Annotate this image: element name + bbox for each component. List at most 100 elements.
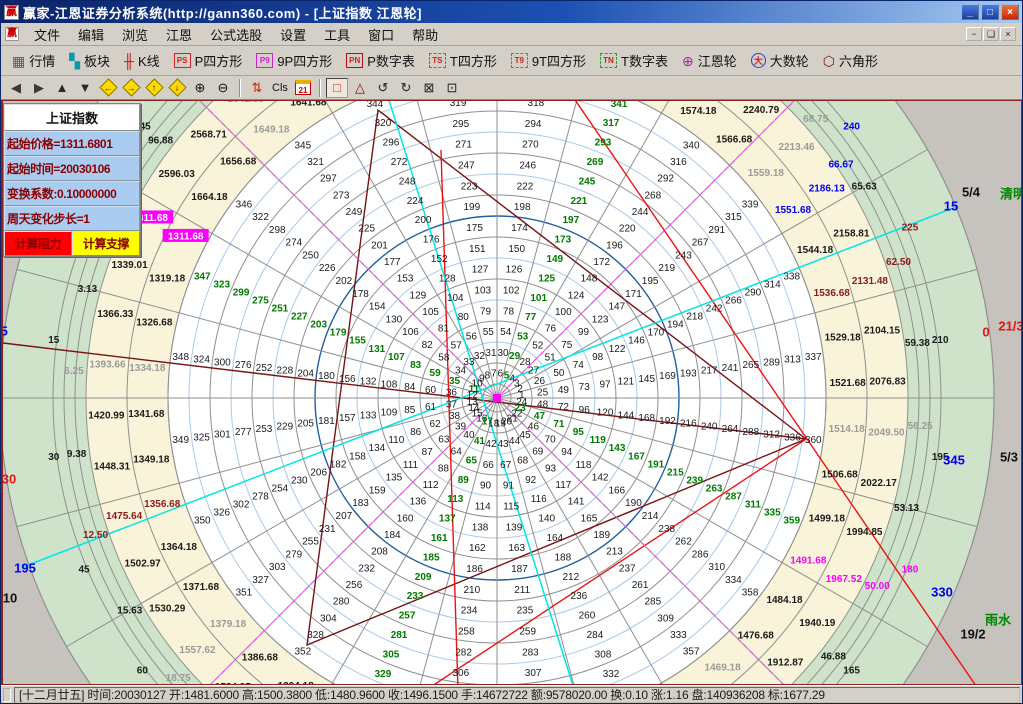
percent-label: 56.25 bbox=[908, 421, 933, 432]
wheel-number: 115 bbox=[503, 502, 519, 513]
cls-button[interactable]: Cls bbox=[269, 78, 291, 98]
wheel-number: 352 bbox=[294, 647, 311, 658]
zoom-out-icon[interactable]: ⊖ bbox=[212, 78, 234, 98]
shrink-tool-icon[interactable]: ⊡ bbox=[441, 78, 463, 98]
wheel-number: 339 bbox=[742, 199, 759, 210]
pan-left-icon[interactable]: ← bbox=[97, 78, 119, 98]
instrument-name: 上证指数 bbox=[4, 104, 140, 131]
wheel-number: 357 bbox=[683, 647, 700, 658]
menu-item-help[interactable]: 帮助 bbox=[403, 23, 447, 46]
rotate-ccw-icon[interactable]: ↺ bbox=[372, 78, 394, 98]
wheel-number: 314 bbox=[764, 279, 781, 290]
degree-label: 225 bbox=[902, 222, 919, 233]
outer-calendar-label: 21/3 bbox=[998, 319, 1022, 334]
down-arrow-icon[interactable]: ▼ bbox=[74, 78, 96, 98]
toolbar-button-t-number-table[interactable]: TNT数字表 bbox=[593, 47, 675, 74]
title-bar[interactable]: 赢 赢家-江恩证券分析系统(http://gann360.com) - [上证指… bbox=[1, 1, 1022, 23]
calc-resistance-button[interactable]: 计算阻力 bbox=[4, 231, 72, 256]
quotes-icon: ▦ bbox=[12, 53, 25, 69]
price-label: 1559.18 bbox=[748, 168, 785, 179]
child-close-button[interactable]: × bbox=[1000, 27, 1016, 41]
wheel-number: 346 bbox=[236, 199, 253, 210]
percent-label: 59.38 bbox=[905, 338, 930, 349]
flip-axis-icon[interactable]: ⇅ bbox=[246, 78, 268, 98]
menu-item-edit[interactable]: 编辑 bbox=[69, 23, 113, 46]
child-minimize-button[interactable]: − bbox=[966, 27, 982, 41]
wheel-number: 326 bbox=[213, 508, 230, 519]
pan-up-icon[interactable]: ↑ bbox=[143, 78, 165, 98]
calc-support-button[interactable]: 计算支撑 bbox=[72, 231, 140, 256]
wheel-number: 349 bbox=[172, 435, 189, 446]
toolbar-button-9t-square[interactable]: T99T四方形 bbox=[504, 47, 593, 74]
price-label: 1656.68 bbox=[220, 156, 257, 167]
menu-item-tools[interactable]: 工具 bbox=[315, 23, 359, 46]
menu-item-settings[interactable]: 设置 bbox=[271, 23, 315, 46]
wheel-number: 254 bbox=[272, 483, 289, 494]
wheel-number: 309 bbox=[657, 613, 674, 624]
gann-wheel-canvas[interactable]: 1234567891011121314151617181920212223242… bbox=[3, 101, 1022, 685]
wheel-number: 229 bbox=[276, 421, 293, 432]
wheel-number: 163 bbox=[508, 543, 525, 554]
close-button[interactable]: × bbox=[1001, 4, 1019, 20]
menu-item-file[interactable]: 文件 bbox=[25, 23, 69, 46]
toolbar-button-gann-wheel[interactable]: ⊕江恩轮 bbox=[675, 47, 744, 74]
toolbar-button-p-square[interactable]: PSP四方形 bbox=[167, 47, 250, 74]
toolbar-button-big-number-wheel[interactable]: 大大数轮 bbox=[744, 47, 816, 74]
next-arrow-icon[interactable]: ▶ bbox=[28, 78, 50, 98]
toolbar-button-sectors[interactable]: ▚板块 bbox=[62, 47, 117, 74]
zoom-in-icon[interactable]: ⊕ bbox=[189, 78, 211, 98]
pan-right-icon[interactable]: → bbox=[120, 78, 142, 98]
minimize-button[interactable]: _ bbox=[961, 4, 979, 20]
gann-wheel-label: 江恩轮 bbox=[698, 51, 737, 70]
menu-item-gann[interactable]: 江恩 bbox=[157, 23, 201, 46]
expand-tool-icon[interactable]: ⊠ bbox=[418, 78, 440, 98]
menu-item-browse[interactable]: 浏览 bbox=[113, 23, 157, 46]
wheel-number: 154 bbox=[369, 302, 386, 313]
statusbar-grip bbox=[3, 688, 11, 702]
up-arrow-icon[interactable]: ▲ bbox=[51, 78, 73, 98]
t-number-table-label: T数字表 bbox=[621, 51, 668, 70]
maximize-button[interactable]: □ bbox=[981, 4, 999, 20]
menu-item-window[interactable]: 窗口 bbox=[359, 23, 403, 46]
wheel-number: 277 bbox=[235, 427, 252, 438]
toolbar-button-kline[interactable]: ╫K线 bbox=[117, 47, 167, 74]
wheel-number: 118 bbox=[575, 460, 591, 471]
calendar-icon[interactable]: 21 bbox=[292, 78, 314, 98]
toolbar-button-p-number-table[interactable]: PNP数字表 bbox=[339, 47, 422, 74]
wheel-number: 236 bbox=[571, 591, 588, 602]
menu-item-formula-stock-pick[interactable]: 公式选股 bbox=[201, 23, 271, 46]
toolbar-button-hexagon[interactable]: ⬡六角形 bbox=[816, 47, 885, 74]
triangle-tool-icon[interactable]: △ bbox=[349, 78, 371, 98]
wheel-number: 63 bbox=[438, 434, 450, 445]
toolbar-button-quotes[interactable]: ▦行情 bbox=[5, 47, 62, 74]
sectors-icon: ▚ bbox=[69, 53, 80, 69]
wheel-number: 90 bbox=[480, 481, 492, 492]
wheel-number: 220 bbox=[619, 224, 636, 235]
wheel-number: 223 bbox=[461, 181, 478, 192]
price-label: 1536.68 bbox=[814, 288, 851, 299]
wheel-number: 300 bbox=[214, 357, 231, 368]
wheel-number: 184 bbox=[384, 530, 401, 541]
wheel-number: 259 bbox=[519, 626, 536, 637]
wheel-number: 67 bbox=[500, 460, 512, 471]
kline-icon: ╫ bbox=[124, 53, 134, 69]
kline-label: K线 bbox=[138, 51, 160, 70]
child-restore-button[interactable]: ❏ bbox=[983, 27, 999, 41]
wheel-number: 62 bbox=[430, 419, 442, 430]
window-controls: _□× bbox=[961, 4, 1019, 20]
price-label: 2541.38 bbox=[228, 101, 265, 105]
wheel-number: 42 bbox=[485, 439, 497, 450]
prev-arrow-icon[interactable]: ◀ bbox=[5, 78, 27, 98]
wheel-number: 285 bbox=[644, 597, 661, 608]
wheel-number: 351 bbox=[236, 588, 253, 599]
wheel-number: 83 bbox=[410, 360, 422, 371]
degree-label: 210 bbox=[932, 335, 949, 346]
pan-down-icon[interactable]: ↓ bbox=[166, 78, 188, 98]
rotate-cw-icon[interactable]: ↻ bbox=[395, 78, 417, 98]
parameter-row-1: 起始时间=20030106 bbox=[4, 156, 140, 181]
wheel-number: 243 bbox=[675, 250, 692, 261]
wheel-number: 317 bbox=[603, 118, 620, 129]
toolbar-button-9p-square[interactable]: P99P四方形 bbox=[249, 47, 339, 74]
toolbar-button-t-square[interactable]: TST四方形 bbox=[422, 47, 504, 74]
square-tool-icon[interactable]: □ bbox=[326, 78, 348, 98]
